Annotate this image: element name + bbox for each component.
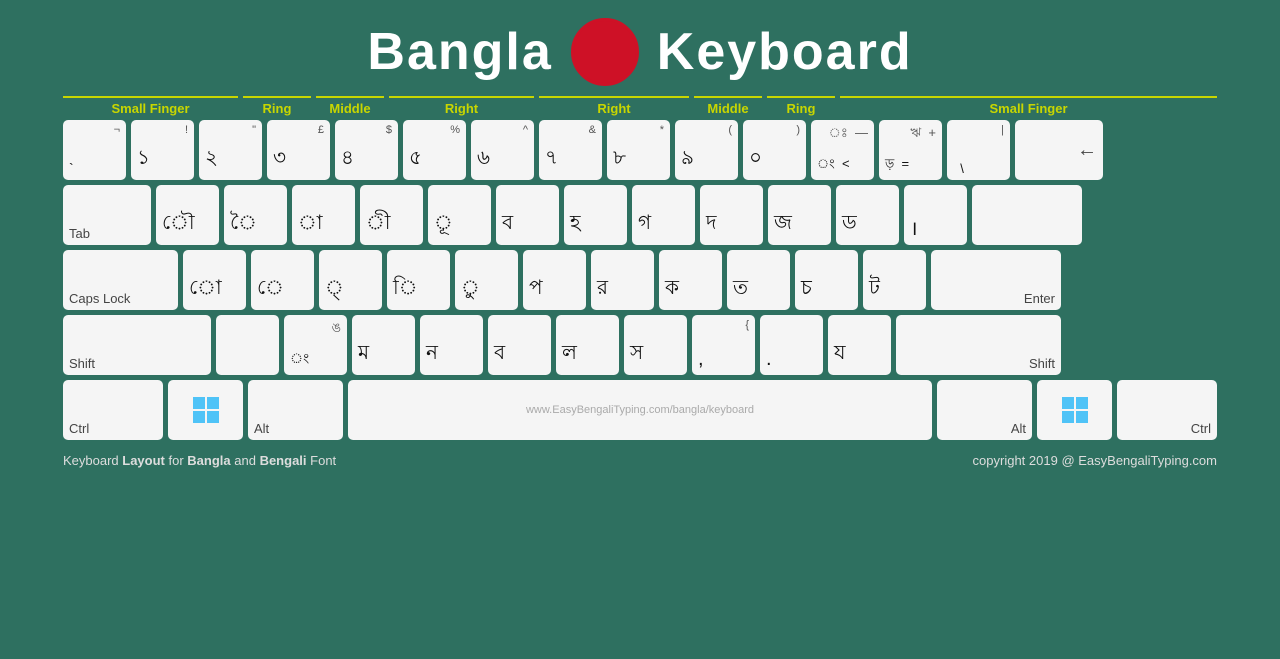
key-alt-left[interactable]: Alt bbox=[248, 380, 343, 440]
key-shift-right[interactable]: Shift bbox=[896, 315, 1061, 375]
key-8[interactable]: * ৮ bbox=[607, 120, 670, 180]
key-h[interactable]: প bbox=[523, 250, 586, 310]
key-tab[interactable]: Tab bbox=[63, 185, 151, 245]
header: Bangla Keyboard bbox=[0, 0, 1280, 96]
key-x[interactable]: ম bbox=[352, 315, 415, 375]
key-backtick[interactable]: ¬ ‌` bbox=[63, 120, 126, 180]
key-bracket-l[interactable]: ড bbox=[836, 185, 899, 245]
key-w[interactable]: ৈ bbox=[224, 185, 287, 245]
key-r[interactable]: ী bbox=[360, 185, 423, 245]
key-space[interactable]: www.EasyBengaliTyping.com/bangla/keyboar… bbox=[348, 380, 932, 440]
key-e[interactable]: া bbox=[292, 185, 355, 245]
key-v[interactable]: ব bbox=[488, 315, 551, 375]
key-a[interactable]: ো bbox=[183, 250, 246, 310]
title-left: Bangla bbox=[367, 22, 552, 82]
key-u[interactable]: হ bbox=[564, 185, 627, 245]
asdf-row: Caps Lock ো ে ্ ি bbox=[63, 250, 1217, 310]
key-ctrl-left[interactable]: Ctrl bbox=[63, 380, 163, 440]
windows-icon-left bbox=[191, 395, 221, 425]
finger-middle-left: Middle bbox=[316, 96, 384, 116]
finger-middle-right: Middle bbox=[694, 96, 762, 116]
key-period[interactable]: য bbox=[828, 315, 891, 375]
key-extra[interactable] bbox=[216, 315, 279, 375]
key-i[interactable]: গ bbox=[632, 185, 695, 245]
key-minus[interactable]: ঃ — ং < bbox=[811, 120, 874, 180]
key-5[interactable]: % ৫ bbox=[403, 120, 466, 180]
key-d[interactable]: ্ bbox=[319, 250, 382, 310]
key-apostrophe[interactable]: ট bbox=[863, 250, 926, 310]
key-y[interactable]: ব bbox=[496, 185, 559, 245]
finger-right-left: Right bbox=[389, 96, 534, 116]
title-right: Keyboard bbox=[657, 22, 913, 82]
bangladesh-flag bbox=[571, 18, 639, 86]
footer-right: copyright 2019 @ EasyBengaliTyping.com bbox=[973, 453, 1217, 468]
key-capslock[interactable]: Caps Lock bbox=[63, 250, 178, 310]
key-6[interactable]: ^ ৬ bbox=[471, 120, 534, 180]
key-enter-top[interactable] bbox=[972, 185, 1082, 245]
footer: Keyboard Layout for Bangla and Bengali F… bbox=[0, 445, 1280, 468]
windows-icon-right bbox=[1060, 395, 1090, 425]
key-p[interactable]: জ bbox=[768, 185, 831, 245]
key-shift-left[interactable]: Shift bbox=[63, 315, 211, 375]
finger-small-left: Small Finger bbox=[63, 96, 238, 116]
key-l[interactable]: ত bbox=[727, 250, 790, 310]
key-4[interactable]: $ ৪ bbox=[335, 120, 398, 180]
key-g[interactable]: ু bbox=[455, 250, 518, 310]
finger-small-right: Small Finger bbox=[840, 96, 1217, 116]
key-alt-right[interactable]: Alt bbox=[937, 380, 1032, 440]
key-t[interactable]: ূ bbox=[428, 185, 491, 245]
zxcv-row: Shift ঙ ং ম ন bbox=[63, 315, 1217, 375]
key-hash[interactable]: | \ bbox=[947, 120, 1010, 180]
key-b[interactable]: ল bbox=[556, 315, 619, 375]
key-z[interactable]: ঙ ং bbox=[284, 315, 347, 375]
key-o[interactable]: দ bbox=[700, 185, 763, 245]
key-9[interactable]: ( ৯ bbox=[675, 120, 738, 180]
key-m[interactable]: { , bbox=[692, 315, 755, 375]
key-win-left[interactable] bbox=[168, 380, 243, 440]
key-7[interactable]: & ৭ bbox=[539, 120, 602, 180]
key-backspace[interactable]: ← bbox=[1015, 120, 1103, 180]
key-0[interactable]: ) ০ bbox=[743, 120, 806, 180]
key-win-right[interactable] bbox=[1037, 380, 1112, 440]
key-ctrl-right[interactable]: Ctrl bbox=[1117, 380, 1217, 440]
qwerty-row: Tab ৌ ৈ া ী bbox=[63, 185, 1217, 245]
key-s[interactable]: ে bbox=[251, 250, 314, 310]
key-f[interactable]: ি bbox=[387, 250, 450, 310]
finger-ring-right: Ring bbox=[767, 96, 835, 116]
key-bracket-r[interactable]: । bbox=[904, 185, 967, 245]
key-k[interactable]: ক bbox=[659, 250, 722, 310]
footer-left: Keyboard Layout for Bangla and Bengali F… bbox=[63, 453, 336, 468]
key-enter[interactable]: Enter bbox=[931, 250, 1061, 310]
space-url: www.EasyBengaliTyping.com/bangla/keyboar… bbox=[354, 384, 926, 436]
key-q[interactable]: ৌ bbox=[156, 185, 219, 245]
key-j[interactable]: র bbox=[591, 250, 654, 310]
finger-labels: Small Finger Ring Middle Right Right Mid… bbox=[0, 96, 1280, 116]
key-3[interactable]: £ ৩ bbox=[267, 120, 330, 180]
key-equals[interactable]: ঋ + ড় = bbox=[879, 120, 942, 180]
finger-right-right: Right bbox=[539, 96, 689, 116]
finger-ring-left: Ring bbox=[243, 96, 311, 116]
key-n[interactable]: স bbox=[624, 315, 687, 375]
bottom-row: Ctrl Alt www.EasyBengaliTyping.com/bangl… bbox=[63, 380, 1217, 440]
keyboard: ¬ ‌` ! ১ " ২ £ ৩ $ ৪ bbox=[0, 120, 1280, 440]
key-c[interactable]: ন bbox=[420, 315, 483, 375]
key-2[interactable]: " ২ bbox=[199, 120, 262, 180]
key-comma[interactable]: . bbox=[760, 315, 823, 375]
number-row: ¬ ‌` ! ১ " ২ £ ৩ $ ৪ bbox=[63, 120, 1217, 180]
key-semicolon[interactable]: চ bbox=[795, 250, 858, 310]
key-1[interactable]: ! ১ bbox=[131, 120, 194, 180]
